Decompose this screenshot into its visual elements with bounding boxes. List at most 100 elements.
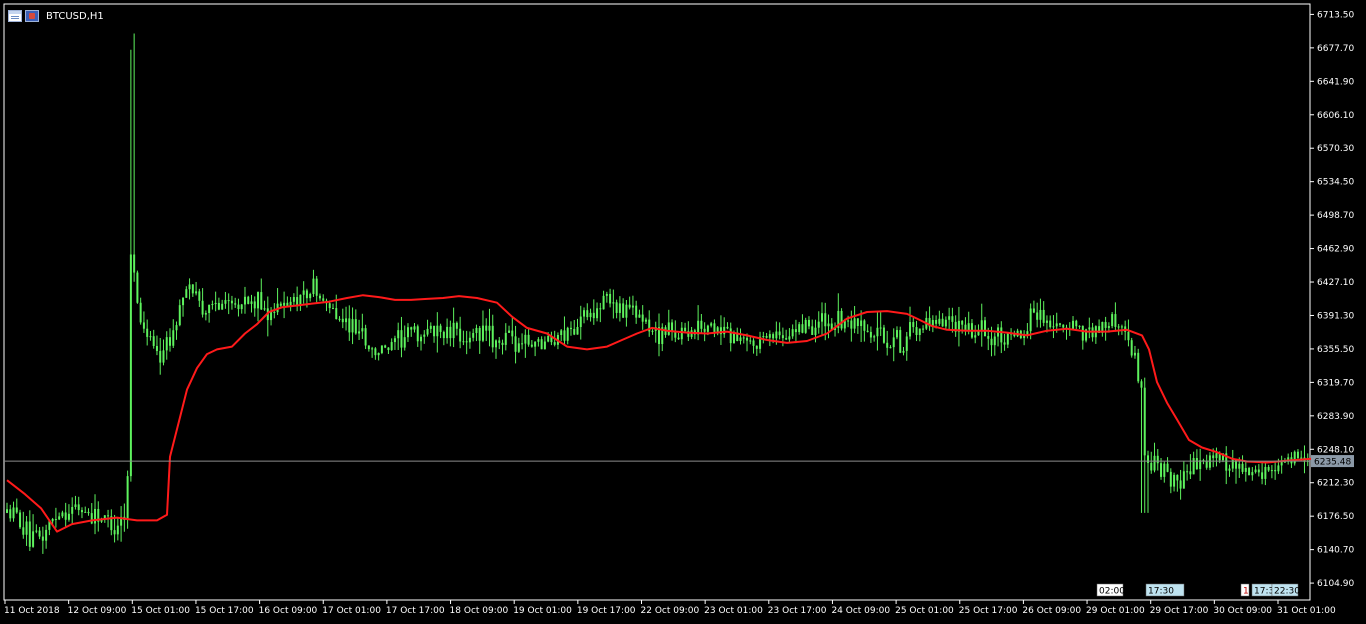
candle-body: [677, 337, 680, 340]
candle-body: [439, 325, 442, 332]
candle-body: [592, 312, 595, 319]
candle-body: [449, 326, 452, 339]
candle-body: [1169, 471, 1172, 487]
candle-body: [38, 530, 41, 537]
candle-body: [133, 254, 136, 273]
candle-body: [195, 291, 198, 294]
candle-body: [644, 319, 647, 322]
candle-body: [524, 334, 527, 344]
candle-body: [1120, 326, 1123, 328]
candle-body: [1160, 463, 1163, 477]
candle-body: [739, 337, 742, 342]
session-marker-label: 1: [1243, 587, 1249, 597]
candle-body: [175, 325, 178, 331]
candle-body: [15, 507, 18, 513]
candle-body: [217, 302, 220, 310]
candle-body: [540, 339, 543, 350]
y-tick-label: 6140.70: [1317, 546, 1354, 556]
x-tick-label: 22 Oct 09:00: [641, 606, 700, 616]
candle-body: [915, 327, 918, 336]
candle-body: [508, 330, 511, 333]
candle-body: [984, 320, 986, 337]
y-tick-label: 6713.50: [1317, 10, 1354, 20]
y-tick-label: 6319.70: [1317, 378, 1354, 388]
candle-body: [628, 304, 631, 308]
candle-body: [159, 351, 162, 363]
y-tick-label: 6212.30: [1317, 479, 1354, 489]
candle-body: [807, 319, 810, 327]
price-chart[interactable]: 6713.50 6677.70 6641.90 6606.10 6570.30 6534.…: [0, 0, 1366, 624]
candle-body: [221, 303, 224, 310]
candle-body: [426, 328, 429, 335]
candle-body: [618, 303, 621, 313]
candle-body: [335, 308, 338, 320]
candle-body: [472, 333, 475, 338]
candle-body: [1075, 320, 1078, 327]
candle-body: [987, 336, 990, 339]
candle-body: [491, 325, 494, 348]
candle-body: [9, 509, 12, 519]
candle-body: [1045, 320, 1048, 323]
candle-body: [1029, 308, 1032, 332]
candle-body: [390, 342, 393, 351]
session-marker: 17:30: [1145, 583, 1185, 597]
candle-body: [752, 340, 755, 346]
candle-body: [459, 328, 462, 342]
x-tick-label: 12 Oct 09:00: [68, 606, 127, 616]
candle-body: [530, 344, 533, 347]
candle-body: [948, 316, 951, 320]
candle-body: [201, 300, 204, 315]
y-tick-label: 6355.50: [1317, 345, 1354, 355]
candle-body: [1205, 460, 1208, 468]
session-marker: 1: [1240, 583, 1250, 597]
chart-window[interactable]: BTCUSD,H1 6713.50 6677.70 6641.90 6606.10 65…: [0, 0, 1366, 624]
candle-body: [45, 529, 48, 541]
candle-body: [292, 297, 295, 302]
candle-body: [149, 336, 152, 338]
candle-body: [361, 328, 364, 332]
candle-body: [951, 316, 954, 322]
candle-body: [941, 318, 944, 327]
candle-body: [882, 327, 885, 343]
candle-body: [501, 342, 504, 345]
candle-body: [234, 303, 237, 305]
candle-body: [1156, 455, 1159, 464]
candle-body: [938, 318, 941, 324]
candle-body: [374, 348, 377, 356]
candle-body: [1277, 465, 1280, 472]
candle-body: [1176, 474, 1179, 481]
x-tick-label: 25 Oct 17:00: [959, 606, 1018, 616]
candle-body: [566, 327, 569, 341]
candle-body: [113, 530, 116, 535]
candle-body: [1192, 458, 1195, 475]
candle-body: [583, 310, 586, 317]
candle-body: [853, 318, 856, 329]
candle-body: [51, 519, 54, 522]
candle-body: [406, 327, 409, 338]
candle-body: [19, 512, 22, 528]
candle-body: [169, 337, 171, 346]
current-price-label: 6235.48: [1314, 458, 1351, 468]
candle-body: [296, 297, 299, 306]
candle-body: [1117, 326, 1120, 328]
y-tick-label: 6570.30: [1317, 144, 1354, 154]
candle-body: [537, 339, 540, 342]
candle-body: [775, 331, 778, 339]
candle-body: [400, 330, 403, 348]
candle-body: [253, 301, 256, 309]
candle-body: [227, 300, 230, 302]
candle-body: [863, 320, 866, 331]
candle-body: [371, 348, 374, 350]
candle-body: [596, 308, 599, 319]
candle-body: [1195, 458, 1198, 470]
candle-body: [895, 330, 898, 338]
candle-body: [1137, 352, 1140, 382]
candle-body: [876, 327, 879, 337]
candle-body: [250, 301, 253, 304]
candle-body: [1166, 463, 1169, 472]
candle-body: [1261, 472, 1264, 479]
candle-body: [762, 336, 765, 338]
candle-body: [416, 326, 419, 342]
candle-body: [413, 326, 416, 330]
candle-body: [237, 304, 240, 310]
